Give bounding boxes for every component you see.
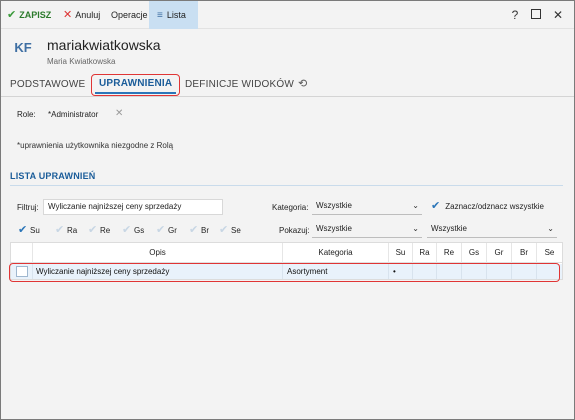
show-label: Pokazuj: xyxy=(279,226,310,235)
column-header-gr[interactable]: Gr xyxy=(487,243,512,263)
cancel-button[interactable]: ✕ Anuluj xyxy=(63,6,100,24)
list-label: Lista xyxy=(166,10,186,20)
filter-label: Filtruj: xyxy=(17,203,39,212)
history-icon[interactable]: ⟲ xyxy=(298,77,307,90)
list-icon: ≡ xyxy=(157,10,163,21)
checkmark-icon: ✔ xyxy=(189,224,199,236)
checkmark-icon: ✔ xyxy=(7,9,17,21)
column-header-gs[interactable]: Gs xyxy=(462,243,487,263)
checkmark-icon: ✔ xyxy=(122,224,132,236)
column-header-se[interactable]: Se xyxy=(537,243,562,263)
checkmark-icon: ✔ xyxy=(431,200,441,212)
checkmark-icon: ✔ xyxy=(55,224,65,236)
checkmark-icon: ✔ xyxy=(88,224,98,236)
maximize-button[interactable] xyxy=(529,6,543,24)
filter-checkbox-se[interactable]: ✔ Se xyxy=(219,223,241,236)
maximize-icon xyxy=(531,9,541,19)
checkbox-label: Br xyxy=(201,226,209,235)
help-button[interactable]: ? xyxy=(508,6,522,24)
checkbox-label: Su xyxy=(30,226,40,235)
column-header-re[interactable]: Re xyxy=(437,243,462,263)
avatar: KF xyxy=(14,40,32,55)
operations-button[interactable]: Operacje xyxy=(111,6,148,24)
show-select-2[interactable]: Wszystkie ⌄ xyxy=(427,222,557,238)
checkbox-label: Re xyxy=(100,226,111,235)
checkbox-label: Gr xyxy=(168,226,177,235)
filter-checkbox-gs[interactable]: ✔ Gs xyxy=(122,223,144,236)
show-select-value: Wszystkie xyxy=(316,224,352,233)
toggle-all-checkbox[interactable]: ✔ Zaznacz/odznacz wszystkie xyxy=(431,199,544,212)
show-select-2-value: Wszystkie xyxy=(431,224,467,233)
checkbox-label: Ra xyxy=(67,226,78,235)
tab-permissions-label: UPRAWNIENIA xyxy=(99,78,173,89)
filter-checkbox-gr[interactable]: ✔ Gr xyxy=(156,223,177,236)
user-full-name: Maria Kwiatkowska xyxy=(47,57,116,66)
tab-permissions[interactable]: UPRAWNIENIA xyxy=(91,74,181,96)
column-header-kategoria[interactable]: Kategoria xyxy=(283,243,389,263)
tab-view-definitions[interactable]: DEFINICJE WIDOKÓW xyxy=(185,79,294,90)
column-header-su[interactable]: Su xyxy=(389,243,413,263)
app-window: ✔ ZAPISZ ✕ Anuluj Operacje ≡ Lista ? ✕ KF m… xyxy=(0,0,575,420)
category-select-value: Wszystkie xyxy=(316,201,352,210)
category-select[interactable]: Wszystkie ⌄ xyxy=(312,199,422,215)
toolbar: ✔ ZAPISZ ✕ Anuluj Operacje ≡ Lista ? ✕ xyxy=(1,1,574,29)
active-tab-indicator xyxy=(95,92,177,94)
chevron-down-icon: ⌄ xyxy=(412,201,419,210)
save-label: ZAPISZ xyxy=(19,10,52,20)
toggle-all-label: Zaznacz/odznacz wszystkie xyxy=(445,202,544,211)
tab-bar: PODSTAWOWE UPRAWNIENIA DEFINICJE WIDOKÓW… xyxy=(1,73,574,97)
checkmark-icon: ✔ xyxy=(18,224,28,236)
role-value[interactable]: *Administrator xyxy=(48,110,98,119)
help-icon: ? xyxy=(511,8,519,22)
filter-checkbox-br[interactable]: ✔ Br xyxy=(189,223,209,236)
operations-label: Operacje xyxy=(111,10,148,20)
row-highlight-outline xyxy=(9,263,560,282)
filter-checkbox-re[interactable]: ✔ Re xyxy=(88,223,110,236)
user-login: mariakwiatkowska xyxy=(47,37,161,53)
checkmark-icon: ✔ xyxy=(219,224,229,236)
chevron-down-icon: ⌄ xyxy=(547,224,554,233)
tab-basic[interactable]: PODSTAWOWE xyxy=(10,79,85,90)
checkbox-label: Gs xyxy=(134,226,145,235)
checkbox-label: Se xyxy=(231,226,241,235)
section-divider xyxy=(10,185,563,186)
column-header-select xyxy=(11,243,33,263)
filter-checkbox-su[interactable]: ✔ Su xyxy=(18,223,40,236)
permissions-panel: Role: *Administrator ✕ *uprawnienia użyt… xyxy=(1,98,574,419)
close-window-button[interactable]: ✕ xyxy=(551,6,565,24)
permissions-note: *uprawnienia użytkownika niezgodne z Rol… xyxy=(17,141,174,150)
cancel-label: Anuluj xyxy=(75,10,101,20)
close-icon: ✕ xyxy=(63,9,73,21)
list-button[interactable]: ≡ Lista xyxy=(149,1,198,29)
chevron-down-icon: ⌄ xyxy=(412,224,419,233)
role-label: Role: xyxy=(17,110,36,119)
column-header-ra[interactable]: Ra xyxy=(413,243,437,263)
checkmark-icon: ✔ xyxy=(156,224,166,236)
column-header-br[interactable]: Br xyxy=(512,243,537,263)
filter-checkbox-ra[interactable]: ✔ Ra xyxy=(55,223,77,236)
save-button[interactable]: ✔ ZAPISZ xyxy=(7,6,51,24)
show-select[interactable]: Wszystkie ⌄ xyxy=(312,222,422,238)
filter-input[interactable]: Wyliczanie najniższej ceny sprzedaży xyxy=(43,199,223,215)
remove-role-icon[interactable]: ✕ xyxy=(115,108,123,119)
category-label: Kategoria: xyxy=(272,203,309,212)
close-icon: ✕ xyxy=(552,8,564,22)
column-header-opis[interactable]: Opis xyxy=(33,243,283,263)
section-title: LISTA UPRAWNIEŃ xyxy=(10,171,96,181)
